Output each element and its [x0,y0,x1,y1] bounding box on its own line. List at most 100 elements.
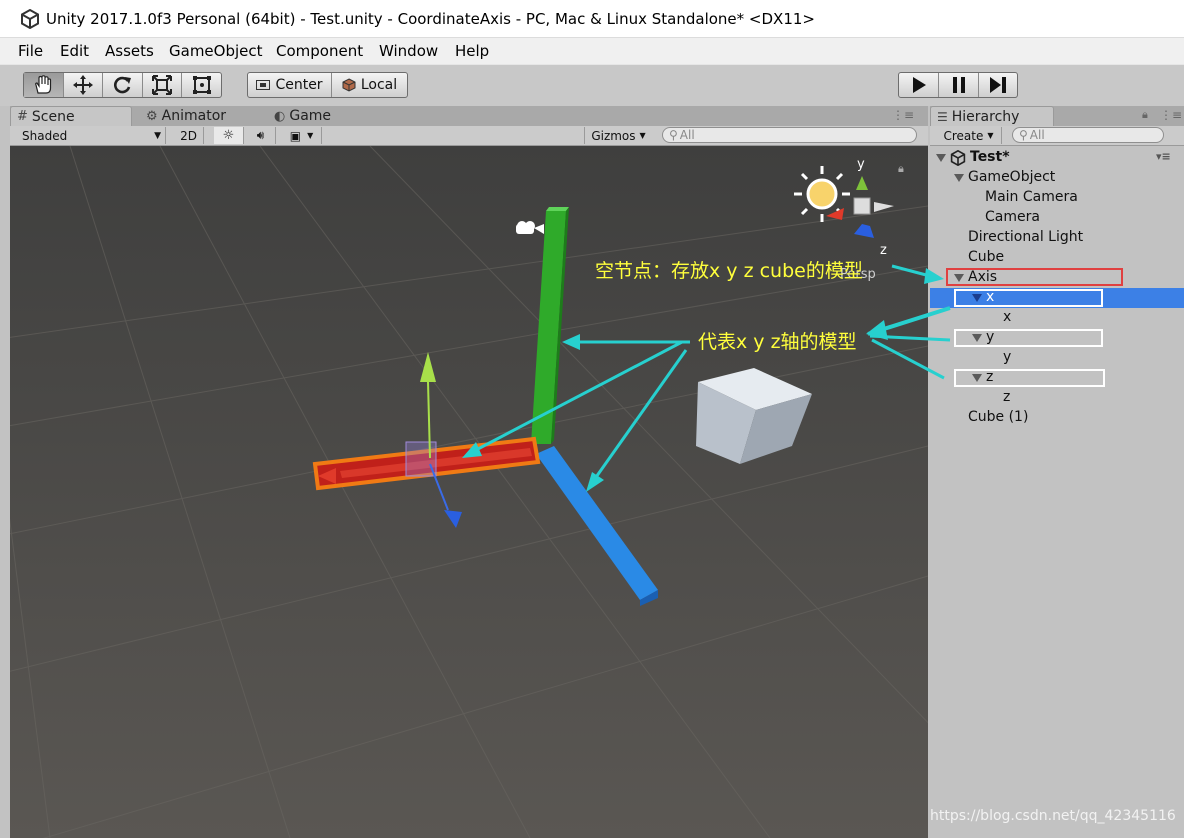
tree-item-camera[interactable]: Camera [930,208,1184,228]
unity-scene-icon [950,150,966,166]
tab-scene-label: Scene [31,108,75,125]
hierarchy-tab-strip: ☰ Hierarchy 🔒︎ ⋮≡ [930,106,1184,126]
lock-icon[interactable]: 🔒︎ [1142,108,1148,122]
tree-item-label: z [1003,389,1011,405]
tree-item-cube-1[interactable]: Cube (1) [930,408,1184,428]
animator-icon: ⚙ [146,108,158,124]
gizmos-dropdown[interactable]: Gizmos ▼ [584,127,652,144]
tree-item-x-child[interactable]: x [930,308,1184,328]
gizmo-y-label: y [857,157,865,172]
lock-icon[interactable]: 🔒︎ [898,162,904,175]
scene-canvas[interactable]: y z Persp 🔒︎ [10,146,928,838]
expand-triangle-icon[interactable] [954,174,964,182]
gizmo-center-cube[interactable] [853,197,871,215]
tab-game-label: Game [289,108,332,124]
title-bar: Unity 2017.1.0f3 Personal (64bit) - Test… [0,0,1184,38]
cube-icon [342,78,356,92]
transform-tools [23,72,222,98]
pivot-center-button[interactable]: Center [248,73,332,97]
game-icon: ◐ [274,108,286,124]
gizmos-label: Gizmos [591,128,636,143]
hand-tool-icon[interactable] [24,73,64,97]
create-dropdown[interactable]: Create ▼ [936,127,1002,144]
playback-controls [898,72,1018,98]
rotate-tool-icon[interactable] [103,73,143,97]
menu-help[interactable]: Help [455,42,489,60]
scene-viewport[interactable]: y z Persp 🔒︎ [10,146,928,838]
search-icon: ⚲ [669,128,678,142]
highlight-box-z [954,369,1105,387]
tab-hierarchy[interactable]: ☰ Hierarchy [930,106,1054,126]
list-icon: ☰ [937,109,948,124]
gizmo-z-label: z [880,243,887,258]
tab-animator-label: Animator [161,108,227,124]
expand-triangle-icon[interactable] [936,154,946,162]
tree-item-gameobject[interactable]: GameObject [930,168,1184,188]
scene-search-input[interactable]: ⚲ All [662,127,917,143]
scene-root-row[interactable]: Test* ▾≡ [930,148,1184,168]
tree-item-label: x [1003,309,1012,325]
tab-animator[interactable]: ⚙ Animator [140,106,250,126]
tree-item-label: Cube (1) [968,409,1029,425]
scene-menu-icon[interactable]: ▾≡ [1156,150,1171,163]
tab-hierarchy-label: Hierarchy [951,108,1020,125]
menu-file[interactable]: File [18,42,43,60]
scene-search-placeholder: All [679,128,695,142]
menu-gameobject[interactable]: GameObject [169,42,263,60]
tree-item-directional-light[interactable]: Directional Light [930,228,1184,248]
tab-scene[interactable]: # Scene [10,106,132,126]
viewport-background [10,146,928,838]
chevron-down-icon: ▼ [639,131,646,140]
effects-dropdown[interactable]: ▣ ▼ [282,127,322,144]
shading-dropdown[interactable]: Shaded ▼ [14,127,166,144]
tree-item-main-camera[interactable]: Main Camera [930,188,1184,208]
scene-control-bar: Shaded ▼ 2D ☼ 🔊︎ ▣ ▼ Gizmos ▼ ⚲ All [10,126,928,146]
tree-item-label: Cube [968,249,1005,265]
highlight-box-axis [946,268,1123,286]
transform-handle-plane[interactable] [405,441,437,477]
tree-item-label: Main Camera [985,189,1078,205]
menu-component[interactable]: Component [276,42,363,60]
pivot-local-label: Local [360,77,398,93]
toggle-2d-button[interactable]: 2D [174,127,204,144]
annotation-empty-node: 空节点：存放x y z cube的模型 [595,260,863,282]
tree-item-label: GameObject [968,169,1056,185]
audio-toggle[interactable]: 🔊︎ [246,127,276,144]
tab-game[interactable]: ◐ Game [268,106,358,126]
tree-item-label: Directional Light [968,229,1084,245]
scale-tool-icon[interactable] [143,73,183,97]
pause-icon[interactable] [939,73,979,97]
unity-logo-icon [21,9,39,29]
rect-tool-icon[interactable] [182,73,221,97]
tree-item-z-child[interactable]: z [930,388,1184,408]
menu-assets[interactable]: Assets [105,42,154,60]
play-icon[interactable] [899,73,939,97]
main-toolbar: Center Local [0,64,1184,106]
move-tool-icon[interactable] [64,73,104,97]
highlight-box-x [954,289,1103,307]
menu-edit[interactable]: Edit [60,42,89,60]
step-icon[interactable] [979,73,1017,97]
hierarchy-search-input[interactable]: ⚲ All [1012,127,1164,143]
pivot-local-button[interactable]: Local [332,73,407,97]
image-icon: ▣ [289,128,302,143]
menu-bar: File Edit Assets GameObject Component Wi… [0,38,1184,64]
tree-item-label: Camera [985,209,1040,225]
tree-item-y-child[interactable]: y [930,348,1184,368]
menu-window[interactable]: Window [379,42,438,60]
chevron-down-icon: ▼ [307,131,314,140]
hierarchy-panel: Test* ▾≡ GameObject Main Camera Camera D… [930,146,1184,838]
tree-item-cube[interactable]: Cube [930,248,1184,268]
lighting-toggle[interactable]: ☼ [214,127,244,144]
toggle-2d-label: 2D [180,128,197,143]
hierarchy-control-bar: Create ▼ ⚲ All [930,126,1184,146]
pivot-icon [256,80,271,90]
window-title: Unity 2017.1.0f3 Personal (64bit) - Test… [46,10,815,28]
highlight-box-y [954,329,1103,347]
lock-icon[interactable]: ⋮≡ [892,108,914,122]
chevron-down-icon: ▼ [987,131,994,140]
pivot-center-label: Center [275,77,323,93]
panel-menu-icon[interactable]: ⋮≡ [1160,108,1182,122]
speaker-icon: 🔊︎ [256,128,265,142]
scene-name: Test* [970,149,1010,165]
